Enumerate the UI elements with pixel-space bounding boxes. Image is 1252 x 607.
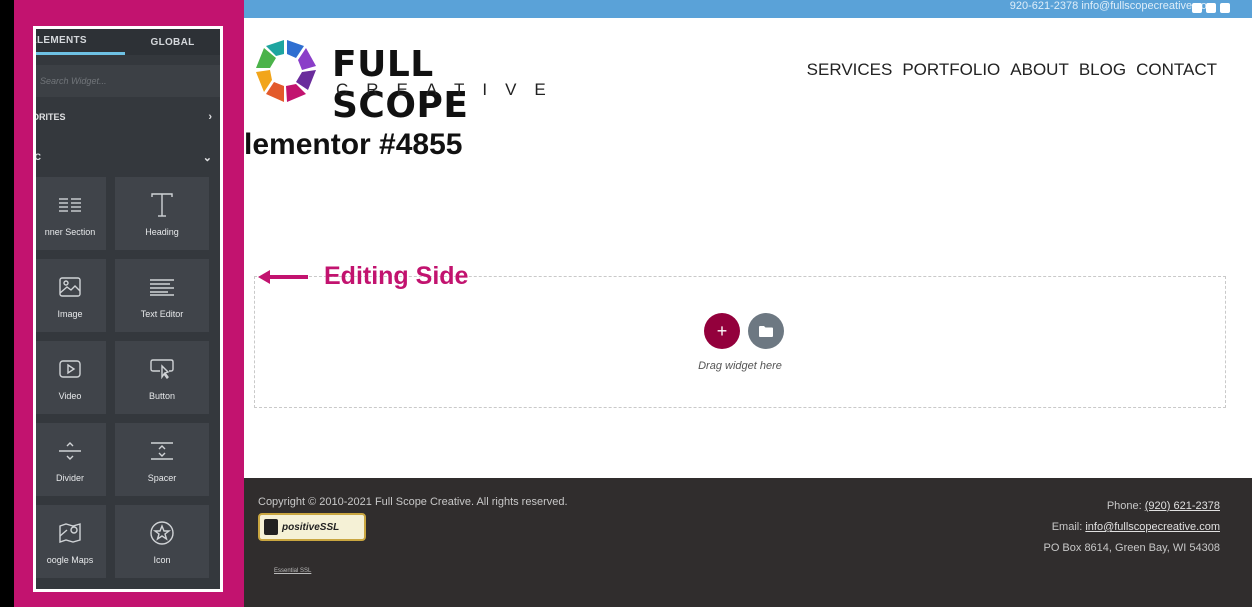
nav-portfolio[interactable]: PORTFOLIO [902,60,1000,80]
chevron-down-icon: ⌄ [202,151,212,164]
category-label: ORITES [33,112,66,122]
logo-mark-icon [256,40,316,102]
widget-button[interactable]: Button [115,341,209,414]
drop-zone-actions: + [704,313,784,349]
lock-icon [264,519,278,535]
nav-services[interactable]: SERVICES [807,60,893,80]
add-template-button[interactable] [748,313,784,349]
editing-side-annotation: Editing Side [258,262,468,291]
tab-elements[interactable]: ELEMENTS [36,29,125,55]
widget-grid: nner Section Heading Image Text Editor V… [36,177,220,578]
image-icon [59,273,81,301]
video-icon [59,355,81,383]
main-nav: SERVICES PORTFOLIO ABOUT BLOG CONTACT [807,60,1217,80]
widget-label: oogle Maps [46,554,94,565]
widget-label: Heading [145,226,179,237]
widget-inner-section[interactable]: nner Section [36,177,106,250]
widget-label: Divider [55,472,84,483]
nav-about[interactable]: ABOUT [1010,60,1069,80]
phone-label: Phone: [1106,500,1142,512]
essential-ssl-link[interactable]: Essential SSL [274,568,311,574]
phone-link[interactable]: (920) 621-2378 [1145,500,1220,512]
linkedin-icon[interactable] [1206,3,1216,13]
chevron-right-icon: › [208,111,212,123]
category-basic[interactable]: IC ⌄ [34,137,220,177]
social-icons [1192,3,1230,13]
brand-tagline: CREATIVE [336,80,564,99]
top-info-bar: 920-621-2378 info@fullscopecreative.com [244,0,1252,18]
site-footer: Copyright © 2010-2021 Full Scope Creativ… [244,478,1252,607]
category-favorites[interactable]: ORITES › [33,97,220,137]
annotation-label: Editing Side [324,262,469,290]
footer-contact: Phone: (920) 621-2378 Email: info@fullsc… [1043,496,1220,559]
spacer-icon [151,437,173,465]
pinterest-icon[interactable] [1220,3,1230,13]
footer-address: PO Box 8614, Green Bay, WI 54308 [1043,542,1220,554]
inner-section-icon [59,191,81,219]
widget-google-maps[interactable]: oogle Maps [36,505,106,578]
ssl-badge[interactable]: positiveSSL [258,513,366,541]
text-editor-icon [150,273,174,301]
widget-label: Spacer [147,472,177,483]
widget-label: Icon [153,554,171,565]
tab-global[interactable]: GLOBAL [125,29,220,55]
email-link[interactable]: info@fullscopecreative.com [1085,521,1220,533]
left-edge [0,0,14,607]
elementor-panel: ELEMENTS GLOBAL Search Widget... ORITES … [33,26,223,592]
category-label: IC [34,152,41,162]
add-section-button[interactable]: + [704,313,740,349]
drop-zone[interactable]: + Drag widget here [254,276,1226,408]
widget-image[interactable]: Image [36,259,106,332]
widget-label: Button [148,390,176,401]
widget-label: nner Section [44,226,96,237]
search-placeholder: Search Widget... [40,76,107,86]
page-preview: 920-621-2378 info@fullscopecreative.com … [244,0,1252,607]
heading-icon [151,191,173,219]
email-label: Email: [1051,521,1083,533]
panel-tabs: ELEMENTS GLOBAL [36,29,220,55]
copyright-text: Copyright © 2010-2021 Full Scope Creativ… [258,496,568,508]
star-icon [150,519,174,547]
nav-blog[interactable]: BLOG [1079,60,1126,80]
widget-divider[interactable]: Divider [36,423,106,496]
folder-icon [759,325,773,337]
facebook-icon[interactable] [1192,3,1202,13]
widget-label: Image [57,308,83,319]
nav-contact[interactable]: CONTACT [1136,60,1217,80]
site-logo[interactable]: FULL SCOPE CREATIVE [254,36,554,126]
widget-label: Text Editor [140,308,184,319]
widget-label: Video [58,390,82,401]
button-icon [150,355,174,383]
footer-email: Email: info@fullscopecreative.com [1043,517,1220,538]
drop-zone-hint: Drag widget here [698,360,782,372]
widget-heading[interactable]: Heading [115,177,209,250]
top-contact-info: 920-621-2378 info@fullscopecreative.com [1009,0,1216,12]
divider-icon [59,437,81,465]
arrow-left-icon [258,269,308,284]
footer-phone: Phone: (920) 621-2378 [1043,496,1220,517]
widget-video[interactable]: Video [36,341,106,414]
widget-spacer[interactable]: Spacer [115,423,209,496]
ssl-label: positiveSSL [282,521,340,533]
page-title: lementor #4855 [244,128,463,161]
google-maps-icon [59,519,81,547]
widget-text-editor[interactable]: Text Editor [115,259,209,332]
search-widget-input[interactable]: Search Widget... [36,65,220,97]
widget-icon[interactable]: Icon [115,505,209,578]
